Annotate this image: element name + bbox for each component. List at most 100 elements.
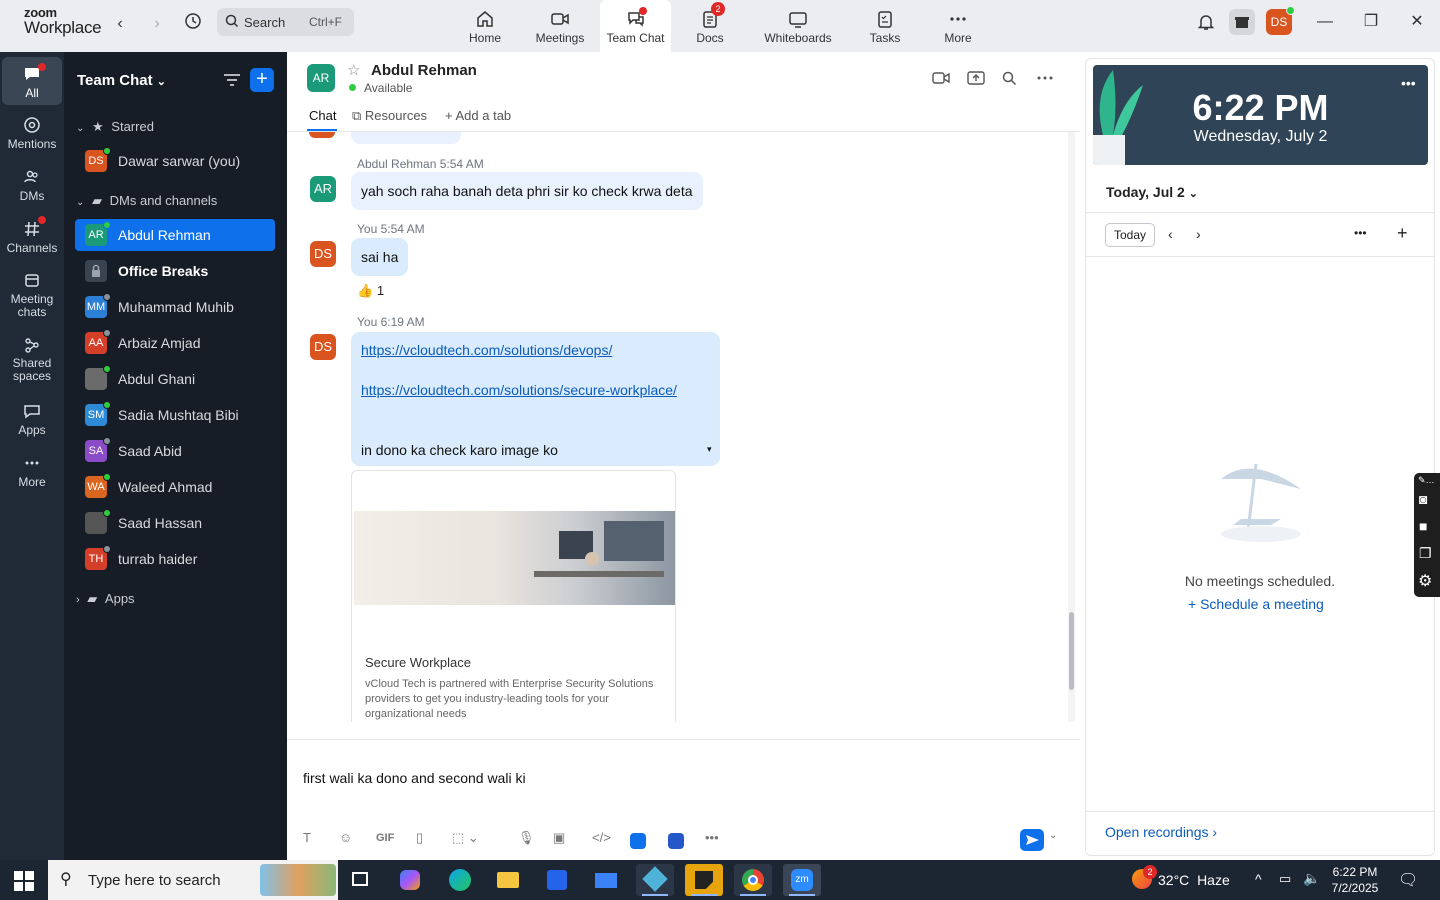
settings-gear-icon[interactable]: ⚙ [1418,571,1432,591]
zoom-taskbar-icon[interactable]: zm [783,864,821,896]
starred-section-header[interactable]: ⌄ ★ Starred [76,119,154,135]
message-input[interactable]: first wali ka dono and second wali ki [303,770,526,786]
scrollbar-thumb[interactable] [1069,612,1074,690]
chevron-down-icon[interactable]: ⌄ [1049,830,1057,841]
message-bubble[interactable]: https://vcloudtech.com/solutions/devops/… [351,332,720,466]
nav-team-chat[interactable]: Team Chat [600,0,671,52]
history-icon[interactable] [181,12,205,36]
contact-avatar[interactable]: AR [307,64,335,92]
nav-meetings[interactable]: Meetings [530,0,590,52]
sidebar-item[interactable]: Abdul Ghani [75,363,275,395]
app-icon[interactable] [630,833,646,849]
message-bubble[interactable]: yah soch raha banah deta phri sir ko che… [351,172,703,210]
back-arrow-icon[interactable]: ‹ [108,12,132,36]
gift-icon[interactable] [1229,9,1255,35]
chevron-left-icon[interactable]: ‹ [1168,226,1173,242]
dms-section-header[interactable]: ⌄ ▰ DMs and channels [76,193,217,209]
sidebar-item-dawar-sarwar[interactable]: DS Dawar sarwar (you) [75,145,275,177]
taskbar-search[interactable]: ⚲ Type here to search [48,860,338,900]
task-view-icon[interactable] [341,864,379,896]
edge-icon[interactable] [440,864,478,896]
sidebar-item[interactable]: WA Waleed Ahmad [75,471,275,503]
day-selector[interactable]: Today, Jul 2 ⌄ [1106,184,1198,200]
windows-start-icon[interactable] [14,871,34,896]
tab-add[interactable]: + Add a tab [445,108,511,123]
chrome-icon[interactable] [734,864,772,896]
more-options-icon[interactable] [1037,71,1053,90]
avatar[interactable]: AR [310,176,336,202]
profile-avatar[interactable]: DS [1266,6,1295,35]
filter-icon[interactable] [223,72,241,93]
video-message-icon[interactable]: ▣ [553,830,565,846]
avatar[interactable]: DS [310,241,336,267]
forward-arrow-icon[interactable]: › [145,12,169,36]
microphone-icon[interactable]: 🎙 [518,830,535,846]
message-link[interactable]: https://vcloudtech.com/solutions/secure-… [361,382,677,398]
avatar[interactable]: DS [310,334,336,360]
more-options-icon[interactable]: ••• [1401,75,1416,91]
app-icon[interactable] [636,864,674,896]
rail-mentions[interactable]: Mentions [2,116,62,151]
expand-arrow-icon[interactable]: ▾ [707,444,712,455]
emoji-icon[interactable]: ☺ [339,830,352,845]
code-snippet-icon[interactable]: </> [592,830,611,845]
format-text-icon[interactable]: T [303,830,311,845]
search-box[interactable]: Search Ctrl+F [217,8,354,36]
screenshot-icon[interactable]: ⬚ ⌄ [452,830,479,846]
sidebar-title[interactable]: Team Chat ⌄ [77,72,166,89]
schedule-meeting-link[interactable]: + Schedule a meeting [1188,596,1324,612]
sticky-notes-icon[interactable] [685,864,723,896]
search-icon[interactable] [1002,71,1017,91]
volume-icon[interactable]: 🔈 [1303,870,1320,887]
minimize-icon[interactable]: — [1310,10,1340,34]
open-recordings-link[interactable]: Open recordings › [1105,824,1217,840]
chevron-right-icon[interactable]: › [1196,226,1201,242]
more-options-icon[interactable]: ••• [1354,226,1367,240]
share-screen-icon[interactable] [967,70,985,91]
restore-icon[interactable]: ❐ [1356,10,1386,34]
video-icon[interactable]: ■ [1419,518,1427,534]
rail-apps[interactable]: Apps [2,402,62,437]
rail-channels[interactable]: Channels [2,216,62,255]
today-button[interactable]: Today [1105,223,1155,247]
nav-home[interactable]: Home [460,0,510,52]
star-outline-icon[interactable]: ☆ [347,61,360,79]
sidebar-item[interactable]: AA Arbaiz Amjad [75,327,275,359]
network-icon[interactable]: ▭ [1279,871,1291,887]
add-event-icon[interactable]: + [1397,223,1408,244]
copilot-icon[interactable] [391,864,429,896]
sidebar-item[interactable]: Saad Hassan [75,507,275,539]
rail-more[interactable]: More [2,454,62,489]
gif-icon[interactable]: GIF [376,832,394,844]
close-icon[interactable]: ✕ [1402,10,1432,34]
sidebar-item[interactable]: Office Breaks [75,255,275,287]
link-preview-card[interactable]: Secure Workplace vCloud Tech is partnere… [351,470,676,722]
sidebar-item[interactable]: SA Saad Abid [75,435,275,467]
pen-icon[interactable]: ✎… [1418,475,1435,486]
nav-docs[interactable]: Docs 2 [688,0,732,52]
mail-icon[interactable] [587,864,625,896]
window-icon[interactable]: ❐ [1419,545,1432,562]
nav-more[interactable]: More [938,0,978,52]
app-icon[interactable] [668,833,684,849]
more-options-icon[interactable]: ••• [705,830,719,845]
rail-all[interactable]: All [2,57,62,105]
weather-widget[interactable]: 32°C Haze [1158,872,1230,888]
chevron-up-icon[interactable]: ^ [1255,871,1262,887]
file-explorer-icon[interactable] [489,864,527,896]
new-chat-button[interactable]: + [250,68,274,92]
camera-icon[interactable]: ◙ [1419,491,1427,507]
rail-shared-spaces[interactable]: Shared spaces [2,336,62,383]
sidebar-item[interactable]: MM Muhammad Muhib [75,291,275,323]
message-link[interactable]: https://vcloudtech.com/solutions/devops/ [361,342,612,358]
bell-icon[interactable] [1196,12,1216,37]
reaction-chip[interactable]: 👍 1 [357,283,384,299]
store-icon[interactable] [538,864,576,896]
sidebar-item[interactable]: AR Abdul Rehman [75,219,275,251]
video-call-icon[interactable] [932,71,950,90]
send-button[interactable] [1020,829,1044,851]
notifications-icon[interactable]: 🗨 [1398,870,1418,890]
apps-section-header[interactable]: › ▰ Apps [76,591,135,607]
sidebar-item[interactable]: SM Sadia Mushtaq Bibi [75,399,275,431]
tab-chat[interactable]: Chat [309,108,336,123]
